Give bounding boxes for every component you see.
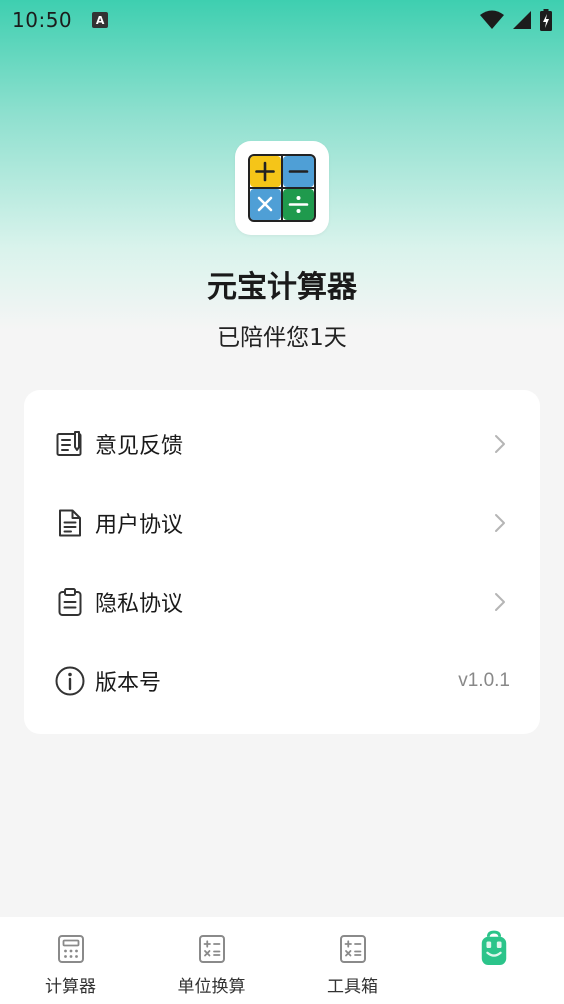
- tab-calculator[interactable]: 计算器: [0, 917, 141, 1004]
- signal-icon: [513, 11, 531, 29]
- clipboard-icon: [54, 586, 86, 618]
- tab-mine[interactable]: [423, 917, 564, 1004]
- bottom-tab-bar: 计算器 单位换算 工具箱: [0, 917, 564, 1004]
- calculator-icon: [55, 933, 87, 965]
- status-bar: 10:50 A: [0, 0, 564, 40]
- calculator-logo-icon: [248, 154, 316, 222]
- settings-card: 意见反馈 用户协议 隐私协议 版本号 v1.0.1: [24, 390, 540, 734]
- toolbox-icon: [337, 933, 369, 965]
- tab-unit-conversion[interactable]: 单位换算: [141, 917, 282, 1004]
- tab-label: 单位换算: [177, 977, 246, 997]
- feedback-icon: [54, 428, 86, 460]
- app-name: 元宝计算器: [207, 270, 357, 305]
- conversion-icon: [196, 933, 228, 965]
- chevron-right-icon: [490, 513, 510, 533]
- tab-label: 计算器: [45, 977, 96, 997]
- mine-icon: [478, 930, 510, 965]
- notification-icon: A: [92, 12, 109, 28]
- status-icons: [480, 9, 552, 31]
- app-logo: [235, 141, 329, 235]
- version-value: v1.0.1: [458, 670, 510, 691]
- tab-label: 工具箱: [327, 977, 378, 997]
- chevron-right-icon: [490, 434, 510, 454]
- menu-item-label: 意见反馈: [95, 434, 184, 459]
- menu-item-label: 版本号: [95, 671, 162, 696]
- status-time: 10:50: [12, 8, 73, 32]
- menu-item-version[interactable]: 版本号 v1.0.1: [24, 651, 540, 711]
- menu-item-privacy-policy[interactable]: 隐私协议: [24, 572, 540, 632]
- info-icon: [54, 665, 86, 697]
- companion-days: 已陪伴您1天: [217, 325, 347, 351]
- menu-item-label: 隐私协议: [95, 592, 184, 617]
- chevron-right-icon: [490, 592, 510, 612]
- menu-item-feedback[interactable]: 意见反馈: [24, 414, 540, 474]
- wifi-icon: [480, 10, 504, 29]
- menu-item-label: 用户协议: [95, 513, 184, 538]
- tab-toolbox[interactable]: 工具箱: [282, 917, 423, 1004]
- menu-item-user-agreement[interactable]: 用户协议: [24, 493, 540, 553]
- document-icon: [54, 507, 86, 539]
- battery-charging-icon: [540, 9, 552, 31]
